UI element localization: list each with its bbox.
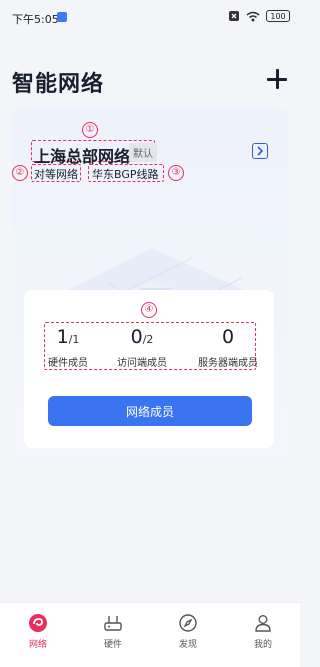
default-badge: 默认 — [129, 143, 157, 162]
status-bar: 下午5:05 100 — [0, 0, 300, 34]
add-network-button[interactable] — [266, 68, 288, 90]
access-members-stat[interactable]: 0/2 访问端成员 — [112, 326, 172, 369]
notification-off-icon — [229, 11, 239, 21]
annotation-1-marker: ① — [82, 122, 98, 138]
nav-item-profile[interactable]: 我的 — [238, 613, 288, 650]
status-time: 下午5:05 — [12, 13, 59, 26]
access-members-label: 访问端成员 — [117, 358, 167, 369]
nav-label-hardware: 硬件 — [103, 640, 122, 650]
network-members-button[interactable]: 网络成员 — [48, 396, 252, 426]
status-indicators: 100 — [228, 10, 290, 22]
network-name: 上海总部网络 — [34, 147, 131, 166]
nav-item-hardware[interactable]: 硬件 — [88, 613, 138, 650]
network-icon — [29, 614, 47, 632]
chevron-right-icon — [257, 146, 264, 156]
wifi-icon — [246, 11, 260, 21]
nav-label-profile: 我的 — [253, 640, 272, 650]
network-type: 对等网络 — [34, 168, 78, 181]
hardware-members-total: /1 — [68, 333, 80, 346]
battery-icon: 100 — [266, 10, 290, 22]
server-members-label: 服务器端成员 — [198, 358, 258, 369]
nav-label-discover: 发现 — [178, 640, 197, 650]
router-icon — [104, 616, 122, 631]
profile-icon — [255, 615, 271, 632]
hardware-members-label: 硬件成员 — [48, 358, 88, 369]
network-line: 华东BGP线路 — [92, 168, 159, 181]
access-members-total: /2 — [142, 333, 154, 346]
nav-item-network[interactable]: 网络 — [13, 613, 63, 650]
nav-item-discover[interactable]: 发现 — [163, 613, 213, 650]
app-notification-icon — [57, 12, 67, 22]
hardware-members-count: 1 — [56, 326, 69, 348]
hardware-members-stat[interactable]: 1/1 硬件成员 — [48, 326, 88, 369]
bottom-nav: 网络 硬件 发现 我的 — [0, 602, 300, 667]
page-title: 智能网络 — [12, 72, 105, 97]
compass-icon — [179, 614, 197, 632]
server-members-count: 0 — [221, 326, 235, 348]
network-detail-button[interactable] — [252, 143, 268, 159]
access-members-count: 0 — [130, 326, 143, 348]
annotation-4-marker: ④ — [141, 302, 157, 318]
nav-label-network: 网络 — [28, 640, 47, 650]
annotation-2-marker: ② — [12, 165, 28, 181]
annotation-3-marker: ③ — [168, 165, 184, 181]
server-members-stat[interactable]: 0 服务器端成员 — [188, 326, 268, 369]
